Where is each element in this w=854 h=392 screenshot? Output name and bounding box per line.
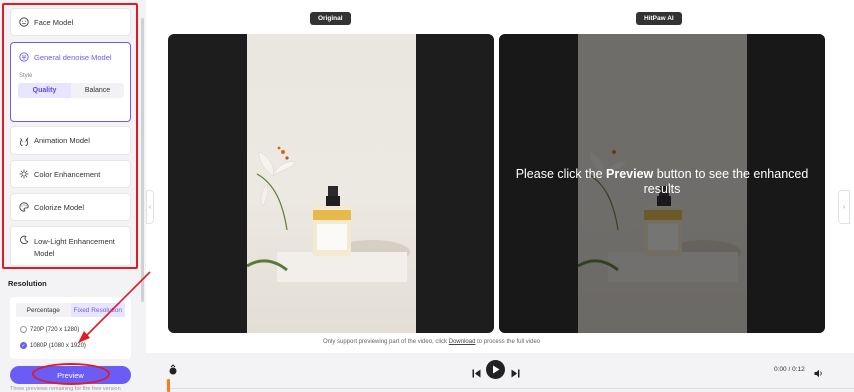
previous-frame-icon[interactable] bbox=[472, 365, 481, 383]
annotation-highlight-oval bbox=[32, 363, 110, 385]
tab-fixed-resolution[interactable]: Fixed Resolution bbox=[70, 303, 125, 317]
time-display: 0:00 / 0:12 bbox=[774, 366, 805, 373]
timeline-track[interactable] bbox=[166, 388, 854, 389]
resolution-option-1080p[interactable]: ✓ 1080P (1080 x 1920) bbox=[20, 342, 86, 349]
free-version-note: Three previews remaining for the free ve… bbox=[10, 386, 121, 392]
radio-checked-icon: ✓ bbox=[20, 342, 27, 349]
original-video[interactable] bbox=[168, 34, 494, 333]
resolution-tabs: Percentage Fixed Resolution bbox=[16, 303, 125, 317]
product-image bbox=[246, 34, 416, 333]
sidebar: Face Model General denoise Model Style Q… bbox=[0, 0, 146, 392]
playback-bar: 0:00 / 0:12 bbox=[146, 353, 854, 392]
playhead-handle[interactable] bbox=[167, 379, 170, 392]
chevron-left-icon: ‹ bbox=[148, 203, 152, 211]
expand-right-panel-button[interactable]: › bbox=[838, 190, 850, 224]
play-icon bbox=[492, 365, 499, 374]
original-label: Original bbox=[310, 12, 351, 25]
resolution-option-label: 720P (720 x 1280) bbox=[30, 326, 80, 333]
chevron-right-icon: › bbox=[842, 203, 846, 211]
preview-limit-note: Only support previewing part of the vide… bbox=[323, 339, 541, 345]
main-area: Original HitPaw AI Please click the Prev… bbox=[154, 0, 854, 352]
enhanced-video[interactable]: Please click the Preview button to see t… bbox=[499, 34, 825, 333]
download-link[interactable]: Download bbox=[449, 339, 476, 345]
annotation-highlight-box bbox=[2, 3, 138, 269]
resolution-option-label: 1080P (1080 x 1920) bbox=[30, 342, 86, 349]
radio-unchecked-icon bbox=[20, 326, 27, 333]
enhanced-placeholder-message: Please click the Preview button to see t… bbox=[515, 167, 809, 196]
app-root: { "sidebar": { "models": [ {"label": "Fa… bbox=[0, 0, 854, 392]
next-frame-icon[interactable] bbox=[511, 365, 520, 383]
volume-icon[interactable] bbox=[814, 365, 824, 383]
resolution-title: Resolution bbox=[8, 279, 47, 288]
play-button[interactable] bbox=[486, 360, 505, 379]
hitpaw-label: HitPaw AI bbox=[636, 12, 682, 25]
tab-percentage[interactable]: Percentage bbox=[16, 303, 71, 317]
resolution-option-720p[interactable]: 720P (720 x 1280) bbox=[20, 326, 79, 333]
sidebar-scrollbar[interactable] bbox=[141, 18, 144, 302]
collapse-sidebar-button[interactable]: ‹ bbox=[146, 190, 154, 224]
resolution-panel: Percentage Fixed Resolution 720P (720 x … bbox=[10, 297, 131, 359]
